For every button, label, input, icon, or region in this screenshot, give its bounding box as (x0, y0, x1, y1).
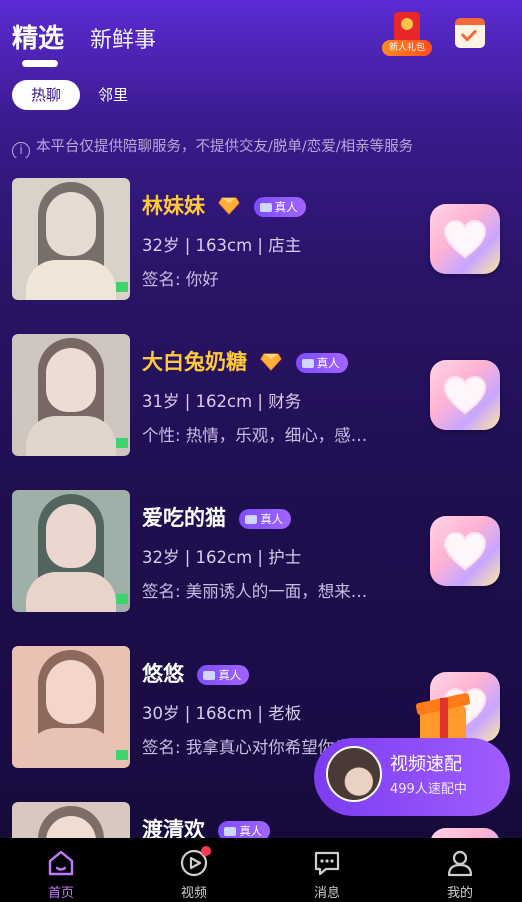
avatar-face (46, 192, 96, 256)
user-name-text: 悠悠 (142, 662, 184, 686)
heart-icon (443, 531, 487, 571)
tab-news[interactable]: 新鲜事 (90, 22, 156, 54)
user-meta: 32岁 | 162cm | 护士 (142, 548, 302, 567)
user-meta: 31岁 | 162cm | 财务 (142, 392, 302, 411)
like-button[interactable] (430, 204, 500, 274)
nav-video[interactable]: 视频 (154, 838, 234, 902)
badge-text: 真人 (239, 824, 263, 838)
real-person-badge: 真人 (197, 665, 250, 685)
service-notice: i 本平台仅提供陪聊服务，不提供交友/脱单/恋爱/相亲等服务 (12, 136, 512, 158)
user-name-text: 林妹妹 (142, 194, 205, 218)
like-button[interactable] (430, 828, 500, 838)
avatar[interactable] (12, 802, 130, 838)
gift-label: 新人礼包 (382, 40, 432, 56)
online-indicator (116, 594, 128, 604)
badge-text: 真人 (260, 512, 284, 526)
avatar-face (46, 348, 96, 412)
message-icon (314, 851, 340, 876)
home-icon (48, 850, 74, 876)
notice-text: 本平台仅提供陪聊服务，不提供交友/脱单/恋爱/相亲等服务 (36, 139, 414, 155)
match-avatar (326, 746, 382, 802)
nav-profile[interactable]: 我的 (420, 838, 500, 902)
user-meta: 32岁 | 163cm | 店主 (142, 236, 302, 255)
avatar-body (26, 728, 116, 768)
match-title: 视频速配 (390, 754, 462, 775)
list-item[interactable]: 林妹妹 真人 32岁 | 163cm | 店主 签名: 你好 (0, 174, 522, 314)
like-button[interactable] (430, 516, 500, 586)
user-name: 悠悠 真人 (142, 658, 250, 688)
list-item[interactable]: 爱吃的猫 真人 32岁 | 162cm | 护士 签名: 美丽诱人的一面，想来… (0, 486, 522, 626)
nav-label: 我的 (446, 886, 473, 901)
subtab-hot-chat[interactable]: 热聊 (12, 80, 80, 110)
nav-messages[interactable]: 消息 (287, 838, 367, 902)
real-person-badge: 真人 (295, 353, 348, 373)
diamond-icon (260, 353, 282, 371)
camera-icon (245, 515, 258, 524)
user-signature: 签名: 你好 (142, 270, 219, 289)
info-icon: i (12, 142, 30, 158)
user-name: 林妹妹 真人 (142, 190, 306, 220)
user-signature: 签名: 美丽诱人的一面，想来… (142, 582, 368, 601)
online-indicator (116, 438, 128, 448)
avatar-body (26, 572, 116, 612)
user-name-text: 爱吃的猫 (142, 506, 226, 530)
nav-label: 视频 (180, 886, 207, 901)
subtab-neighbors[interactable]: 邻里 (98, 80, 128, 110)
avatar[interactable] (12, 490, 130, 612)
avatar-body (26, 260, 116, 300)
list-item[interactable]: 大白兔奶糖 真人 31岁 | 162cm | 财务 个性: 热情，乐观，细心，感… (0, 330, 522, 470)
profile-icon (447, 850, 473, 877)
calendar-check-icon[interactable] (455, 18, 485, 48)
nav-label: 首页 (47, 886, 74, 901)
bottom-nav: 首页 视频 消息 我的 (0, 838, 522, 902)
camera-icon (203, 671, 216, 680)
heart-icon (443, 375, 487, 415)
badge-text: 真人 (274, 200, 298, 214)
avatar[interactable] (12, 646, 130, 768)
red-envelope-icon[interactable]: 新人礼包 (382, 12, 432, 60)
user-name: 爱吃的猫 真人 (142, 502, 292, 532)
camera-icon (259, 203, 272, 212)
video-match-button[interactable]: 视频速配 499人速配中 (314, 738, 510, 816)
avatar-body (26, 416, 116, 456)
real-person-badge: 真人 (218, 821, 271, 838)
user-name-text: 大白兔奶糖 (142, 350, 247, 374)
real-person-badge: 真人 (239, 509, 292, 529)
check-mark (460, 25, 478, 42)
user-name: 大白兔奶糖 真人 (142, 346, 348, 376)
avatar-face (46, 504, 96, 568)
notification-dot (201, 846, 211, 856)
online-indicator (116, 282, 128, 292)
user-meta: 30岁 | 168cm | 老板 (142, 704, 302, 723)
like-button[interactable] (430, 360, 500, 430)
user-name-text: 渡清欢 (142, 818, 205, 838)
match-subtitle: 499人速配中 (390, 782, 467, 797)
badge-text: 真人 (218, 668, 242, 682)
real-person-badge: 真人 (253, 197, 306, 217)
online-indicator (116, 750, 128, 760)
user-name: 渡清欢 真人 (142, 814, 271, 838)
badge-text: 真人 (316, 356, 340, 370)
tab-selected[interactable]: 精选 (12, 18, 64, 55)
gift-coin (401, 18, 413, 30)
heart-icon (443, 219, 487, 259)
tab-underline (22, 60, 58, 67)
gift-box-icon[interactable] (384, 660, 494, 746)
camera-icon (301, 359, 314, 368)
header: 精选 新鲜事 新人礼包 (0, 0, 522, 120)
avatar[interactable] (12, 178, 130, 300)
camera-icon (224, 827, 237, 836)
diamond-icon (218, 197, 240, 215)
user-signature: 个性: 热情，乐观，细心，感… (142, 426, 368, 445)
gift-ribbon (440, 698, 448, 742)
avatar[interactable] (12, 334, 130, 456)
avatar-face (46, 660, 96, 724)
nav-home[interactable]: 首页 (21, 838, 101, 902)
nav-label: 消息 (313, 886, 340, 901)
match-avatar-image (328, 748, 380, 800)
